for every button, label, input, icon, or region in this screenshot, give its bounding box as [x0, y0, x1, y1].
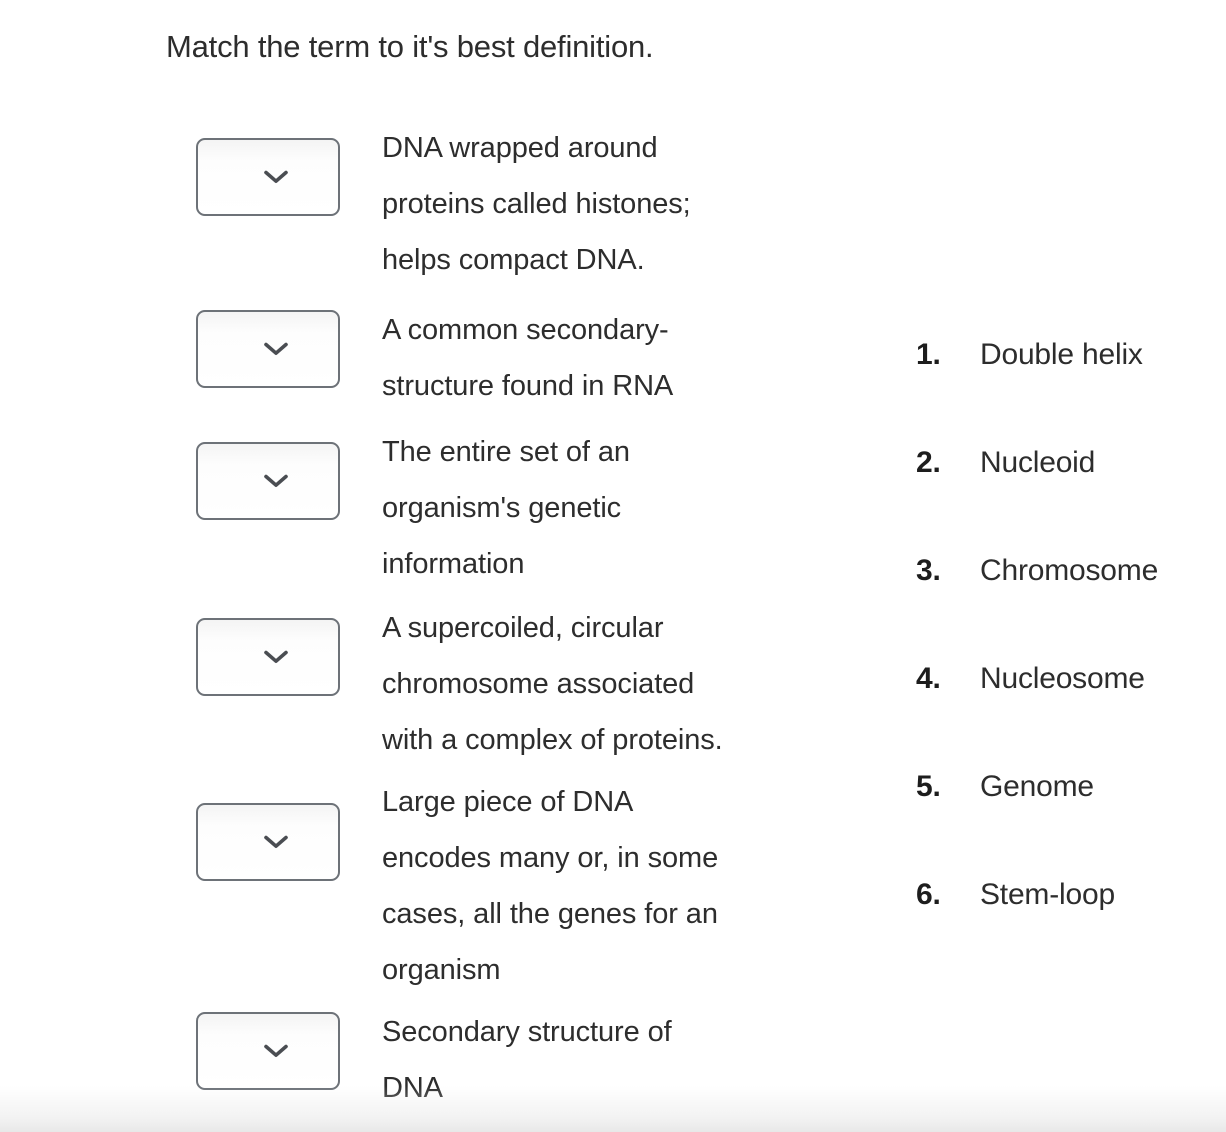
- match-row: A supercoiled, circular chromosome assoc…: [196, 600, 896, 768]
- answer-dropdown-5[interactable]: [196, 803, 340, 881]
- answer-dropdown-2[interactable]: [196, 310, 340, 388]
- answer-option-5: 5. Genome: [916, 770, 1226, 878]
- definition-text: A common secondary- structure found in R…: [382, 302, 896, 414]
- definition-line: DNA wrapped around: [382, 132, 658, 164]
- definition-text: Secondary structure of DNA: [382, 1004, 896, 1116]
- definition-text: Large piece of DNA encodes many or, in s…: [382, 774, 896, 998]
- definition-line: structure found in RNA: [382, 370, 674, 402]
- option-number: 3.: [916, 554, 941, 587]
- definition-line: information: [382, 548, 525, 580]
- answer-dropdown-4[interactable]: [196, 618, 340, 696]
- definition-line: A common secondary-: [382, 314, 669, 346]
- answer-option-6: 6. Stem-loop: [916, 878, 1226, 986]
- match-row: A common secondary- structure found in R…: [196, 302, 896, 414]
- chevron-down-icon: [263, 169, 289, 185]
- chevron-down-icon: [263, 341, 289, 357]
- option-label: Stem-loop: [980, 878, 1115, 911]
- definition-line: proteins called histones;: [382, 188, 691, 220]
- definition-line: organism: [382, 954, 501, 986]
- option-label: Nucleoid: [980, 446, 1096, 479]
- match-row: Large piece of DNA encodes many or, in s…: [196, 774, 896, 998]
- chevron-down-icon: [263, 649, 289, 665]
- chevron-down-icon: [263, 1043, 289, 1059]
- option-number: 1.: [916, 338, 941, 371]
- option-label: Double helix: [980, 338, 1143, 371]
- option-number: 2.: [916, 446, 941, 479]
- option-number: 5.: [916, 770, 941, 803]
- chevron-down-icon: [263, 473, 289, 489]
- option-label: Genome: [980, 770, 1094, 803]
- definition-line: encodes many or, in some: [382, 842, 719, 874]
- answer-option-4: 4. Nucleosome: [916, 662, 1226, 770]
- option-number: 4.: [916, 662, 941, 695]
- definition-line: cases, all the genes for an: [382, 898, 718, 930]
- definition-line: chromosome associated: [382, 668, 695, 700]
- option-label: Chromosome: [980, 554, 1159, 587]
- match-row: The entire set of an organism's genetic …: [196, 424, 896, 592]
- answer-dropdown-3[interactable]: [196, 442, 340, 520]
- definition-line: organism's genetic: [382, 492, 622, 524]
- answer-option-3: 3. Chromosome: [916, 554, 1226, 662]
- definition-text: DNA wrapped around proteins called histo…: [382, 120, 896, 288]
- definition-line: A supercoiled, circular: [382, 612, 664, 644]
- match-row: DNA wrapped around proteins called histo…: [196, 120, 896, 288]
- answer-option-1: 1. Double helix: [916, 338, 1226, 446]
- chevron-down-icon: [263, 834, 289, 850]
- answer-dropdown-1[interactable]: [196, 138, 340, 216]
- definition-line: The entire set of an: [382, 436, 630, 468]
- definition-line: helps compact DNA.: [382, 244, 645, 276]
- definition-line: with a complex of proteins.: [382, 724, 723, 756]
- definition-line: Secondary structure of: [382, 1016, 672, 1048]
- definition-line: Large piece of DNA: [382, 786, 634, 818]
- question-page: Match the term to it's best definition. …: [0, 0, 1226, 1132]
- definition-text: The entire set of an organism's genetic …: [382, 424, 896, 592]
- match-row: Secondary structure of DNA: [196, 1004, 896, 1116]
- option-label: Nucleosome: [980, 662, 1145, 695]
- answer-option-2: 2. Nucleoid: [916, 446, 1226, 554]
- matching-rows: DNA wrapped around proteins called histo…: [196, 120, 896, 1132]
- answer-options-list: 1. Double helix 2. Nucleoid 3. Chromosom…: [916, 338, 1226, 986]
- definition-text: A supercoiled, circular chromosome assoc…: [382, 600, 896, 768]
- option-number: 6.: [916, 878, 941, 911]
- page-title: Match the term to it's best definition.: [166, 29, 654, 64]
- definition-line: DNA: [382, 1072, 443, 1104]
- answer-dropdown-6[interactable]: [196, 1012, 340, 1090]
